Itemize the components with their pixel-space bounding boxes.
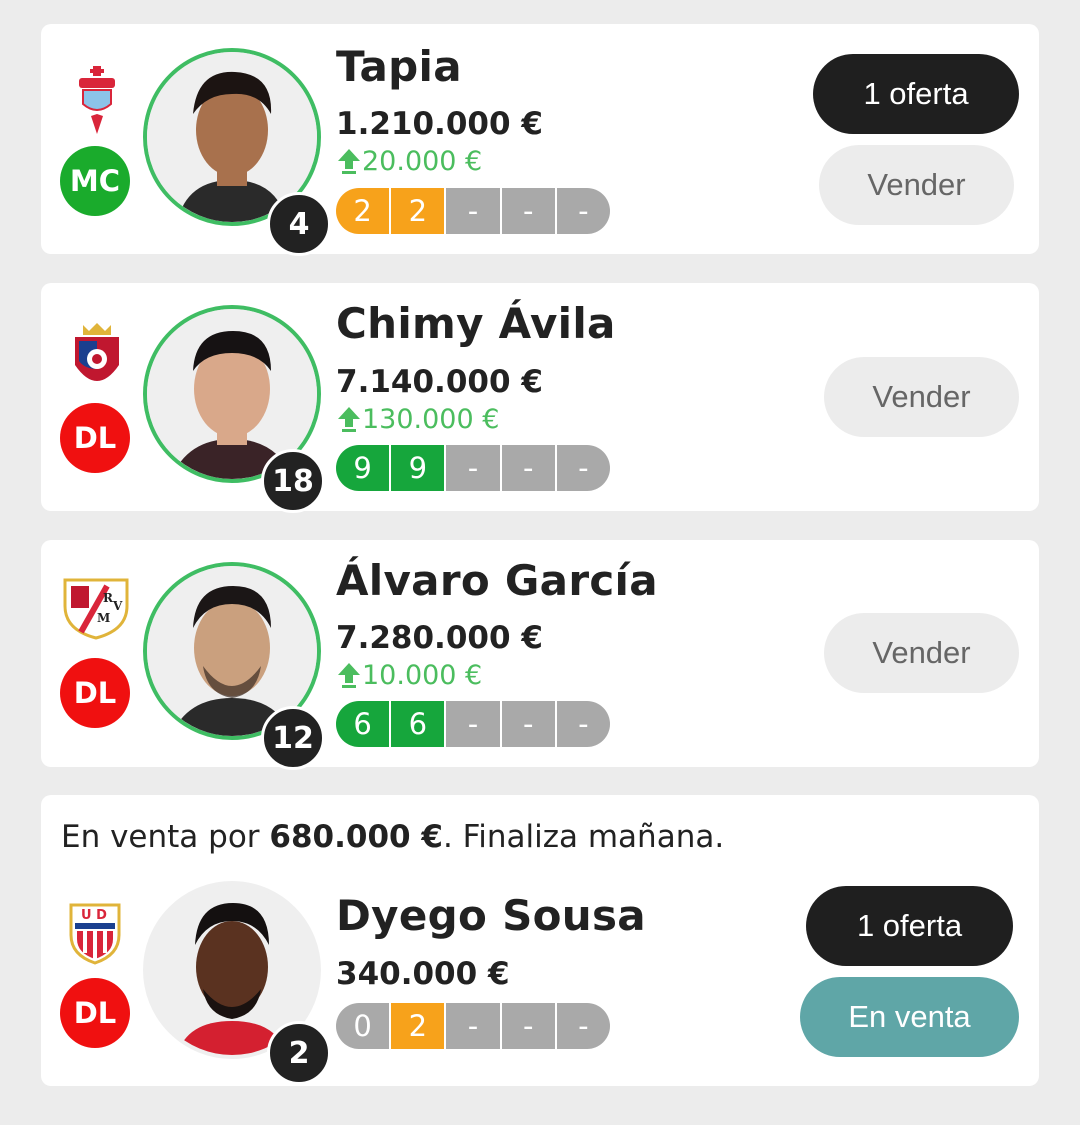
player-card[interactable]: MC 4 Tapia 1.210.000 € 20.000 € 2 2 - - … — [41, 24, 1039, 256]
score-cell: 9 — [336, 445, 390, 491]
score-cell: 9 — [389, 445, 445, 491]
price-change-value: 20.000 € — [362, 146, 483, 177]
score-cell: - — [554, 188, 610, 234]
score-cell: - — [554, 1003, 610, 1049]
jersey-number: 4 — [267, 192, 331, 256]
recent-scores: 6 6 - - - — [336, 701, 610, 747]
player-card[interactable]: R V M DL 12 Álvaro García 7.280.000 € 10… — [41, 540, 1039, 770]
price-change-value: 10.000 € — [362, 660, 483, 691]
score-cell: - — [499, 188, 555, 234]
score-cell: - — [444, 188, 500, 234]
score-cell: - — [444, 445, 500, 491]
jersey-number: 2 — [267, 1021, 331, 1085]
position-badge: DL — [60, 978, 130, 1048]
position-badge: DL — [60, 658, 130, 728]
score-cell: 2 — [336, 188, 390, 234]
offers-button[interactable]: 1 oferta — [806, 886, 1013, 966]
player-avatar[interactable]: 18 — [143, 305, 325, 513]
svg-text:U D: U D — [81, 908, 107, 923]
rayo-vallecano-crest-icon: R V M — [63, 578, 129, 640]
score-cell: 6 — [389, 701, 445, 747]
player-price: 1.210.000 € — [336, 106, 543, 142]
score-cell: 2 — [389, 1003, 445, 1049]
score-cell: - — [444, 701, 500, 747]
recent-scores: 9 9 - - - — [336, 445, 610, 491]
player-avatar[interactable]: 2 — [143, 881, 331, 1085]
player-card[interactable]: En venta por 680.000 €. Finaliza mañana.… — [41, 795, 1039, 1086]
score-cell: - — [554, 445, 610, 491]
price-change: 130.000 € — [338, 404, 499, 435]
jersey-number: 12 — [261, 706, 325, 770]
score-cell: - — [554, 701, 610, 747]
player-name: Tapia — [336, 42, 462, 91]
score-cell: - — [499, 445, 555, 491]
price-change: 10.000 € — [338, 660, 482, 691]
player-avatar[interactable]: 12 — [143, 562, 325, 770]
player-name: Chimy Ávila — [336, 299, 616, 348]
price-change: 20.000 € — [338, 146, 482, 177]
sale-notice: En venta por 680.000 €. Finaliza mañana. — [61, 819, 725, 855]
sell-button[interactable]: Vender — [824, 613, 1019, 693]
score-cell: 0 — [336, 1003, 390, 1049]
player-card[interactable]: DL 18 Chimy Ávila 7.140.000 € 130.000 € … — [41, 283, 1039, 513]
player-name: Álvaro García — [336, 556, 658, 605]
player-price: 340.000 € — [336, 956, 510, 992]
on-sale-button[interactable]: En venta — [800, 977, 1019, 1057]
position-badge: MC — [60, 146, 130, 216]
sell-button[interactable]: Vender — [819, 145, 1014, 225]
score-cell: - — [499, 1003, 555, 1049]
jersey-number: 18 — [261, 449, 325, 513]
up-arrow-icon — [338, 148, 360, 174]
osasuna-crest-icon — [75, 323, 119, 381]
player-avatar[interactable]: 4 — [143, 48, 331, 256]
svg-text:V: V — [112, 599, 123, 613]
position-badge: DL — [60, 403, 130, 473]
player-name: Dyego Sousa — [336, 891, 646, 940]
up-arrow-icon — [338, 662, 360, 688]
recent-scores: 2 2 - - - — [336, 188, 610, 234]
score-cell: - — [499, 701, 555, 747]
up-arrow-icon — [338, 406, 360, 432]
sell-button[interactable]: Vender — [824, 357, 1019, 437]
score-cell: 6 — [336, 701, 390, 747]
score-cell: - — [444, 1003, 500, 1049]
almeria-crest-icon: U D — [69, 903, 121, 965]
player-price: 7.140.000 € — [336, 364, 543, 400]
offers-button[interactable]: 1 oferta — [813, 54, 1019, 134]
svg-text:M: M — [97, 611, 110, 625]
celta-vigo-crest-icon — [79, 66, 115, 134]
score-cell: 2 — [389, 188, 445, 234]
player-price: 7.280.000 € — [336, 620, 543, 656]
recent-scores: 0 2 - - - — [336, 1003, 610, 1049]
price-change-value: 130.000 € — [362, 404, 500, 435]
